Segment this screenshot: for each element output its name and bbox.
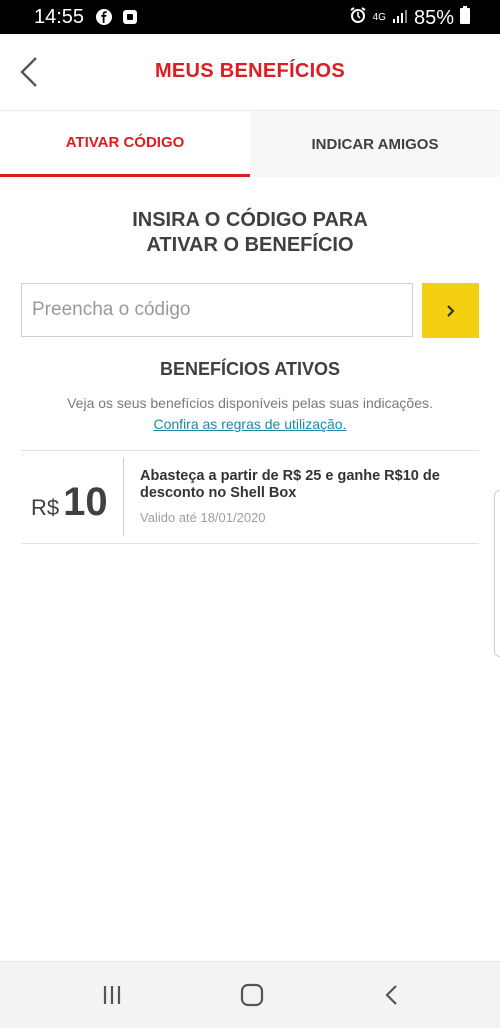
benefit-item[interactable]: R$ 10 Abasteça a partir de R$ 25 e ganhe… [21,452,479,542]
system-nav-bar [0,961,500,1028]
activate-heading-line1: INSIRA O CÓDIGO PARA [132,209,368,231]
benefit-description: Abasteça a partir de R$ 25 e ganhe R$10 … [140,468,440,501]
edge-panel-handle[interactable] [494,490,500,657]
signal-icon [392,7,408,30]
back-icon [385,985,397,1005]
tab-bar: ATIVAR CÓDIGO INDICAR AMIGOS [0,111,500,177]
battery-icon [460,6,470,30]
recent-apps-button[interactable] [97,980,127,1010]
benefit-separator [123,458,124,536]
home-button[interactable] [237,980,267,1010]
code-input[interactable] [21,283,413,337]
app-header: MEUS BENEFÍCIOS [0,34,500,111]
alarm-icon [349,6,367,30]
benefit-amount: R$ 10 [31,480,108,525]
benefit-valid-until: Valido até 18/01/2020 [140,510,266,525]
status-time: 14:55 [34,6,85,28]
page-title: MEUS BENEFÍCIOS [154,60,346,82]
benefit-value: 10 [63,480,108,524]
chevron-right-icon [446,304,455,317]
benefit-currency: R$ [31,495,60,520]
divider [21,450,479,451]
active-benefits-subtitle: Veja os seus benefícios disponíveis pela… [67,395,433,411]
submit-code-button[interactable] [422,283,479,338]
activate-heading-line2: ATIVAR O BENEFÍCIO [146,234,354,256]
rules-link[interactable]: Confira as regras de utilização. [0,416,500,432]
activate-heading: INSIRA O CÓDIGO PARA ATIVAR O BENEFÍCIO [0,208,500,258]
recent-apps-icon [103,986,121,1004]
notification-icon [122,9,138,25]
network-type: 4G [372,12,386,23]
status-right-group: 4G 85% [349,6,470,30]
nav-back-button[interactable] [377,980,407,1010]
tab-activate-code[interactable]: ATIVAR CÓDIGO [0,111,250,177]
tab-refer-friends[interactable]: INDICAR AMIGOS [250,111,500,177]
home-icon [240,983,264,1007]
battery-level: 85% [413,6,454,29]
active-benefits-title: BENEFÍCIOS ATIVOS [159,359,341,379]
divider [21,543,479,544]
status-bar: 14:55 4G 85% [0,0,500,34]
facebook-icon [96,9,112,25]
